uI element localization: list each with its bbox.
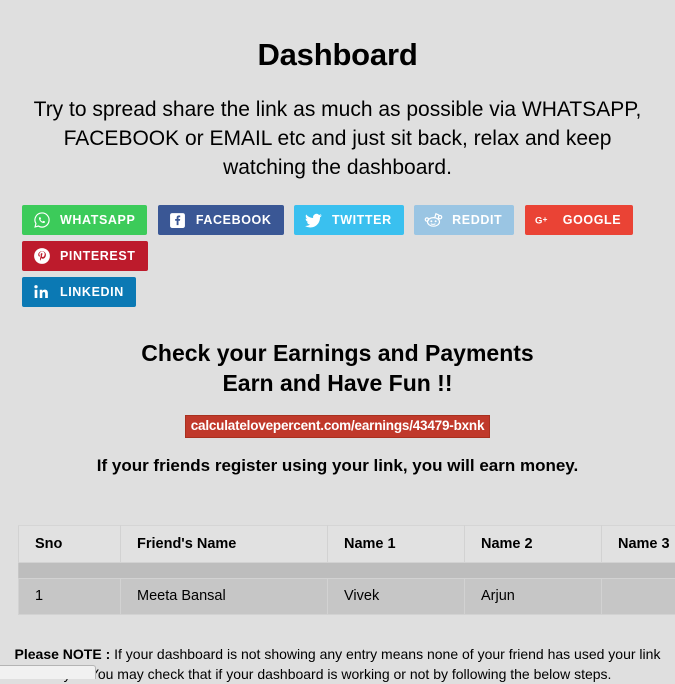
intro-text: Try to spread share the link as much as … — [0, 72, 675, 182]
share-button-label: PINTEREST — [60, 249, 136, 263]
share-button-label: GOOGLE — [563, 213, 621, 227]
dashboard-page: Dashboard Try to spread share the link a… — [0, 0, 675, 677]
share-button-label: TWITTER — [332, 213, 392, 227]
cell-name-3 — [602, 579, 675, 615]
share-button-linkedin[interactable]: LINKEDIN — [22, 277, 136, 307]
column-header-friend-name: Friend's Name — [121, 526, 328, 563]
share-button-reddit[interactable]: REDDIT — [414, 205, 514, 235]
pinterest-icon — [32, 247, 51, 266]
earnings-heading: Check your Earnings and Payments Earn an… — [0, 313, 675, 398]
facebook-icon — [168, 211, 187, 230]
table-header-row: Sno Friend's Name Name 1 Name 2 Name 3 — [19, 526, 675, 563]
share-button-label: REDDIT — [452, 213, 502, 227]
svg-text:+: + — [542, 214, 547, 223]
cell-name-2: Arjun — [465, 579, 602, 615]
whatsapp-icon — [32, 211, 51, 230]
share-button-label: FACEBOOK — [196, 213, 272, 227]
linkedin-icon — [32, 283, 51, 302]
page-title: Dashboard — [0, 0, 675, 72]
referral-link-container: calculatelovepercent.com/earnings/43479-… — [0, 398, 675, 438]
share-button-bar: WHATSAPP FACEBOOK TWITTER — [0, 182, 648, 313]
note-label: Please NOTE : — [15, 646, 111, 662]
share-button-pinterest[interactable]: PINTEREST — [22, 241, 148, 271]
column-header-name-1: Name 1 — [328, 526, 465, 563]
svg-text:G: G — [535, 215, 543, 226]
column-header-name-3: Name 3 — [602, 526, 675, 563]
share-button-label: LINKEDIN — [60, 285, 124, 299]
referral-link[interactable]: calculatelovepercent.com/earnings/43479-… — [185, 415, 491, 438]
table-spacer-row — [19, 563, 675, 579]
share-button-twitter[interactable]: TWITTER — [294, 205, 404, 235]
referrals-table-container: Sno Friend's Name Name 1 Name 2 Name 3 1… — [0, 476, 675, 615]
google-plus-icon: G + — [535, 211, 554, 230]
column-header-sno: Sno — [19, 526, 121, 563]
earnings-heading-line2: Earn and Have Fun !! — [222, 370, 452, 396]
cell-name-1: Vivek — [328, 579, 465, 615]
share-button-whatsapp[interactable]: WHATSAPP — [22, 205, 147, 235]
share-button-label: WHATSAPP — [60, 213, 135, 227]
cell-sno: 1 — [19, 579, 121, 615]
table-row[interactable]: 1 Meeta Bansal Vivek Arjun — [19, 579, 675, 615]
table-spacer-cell — [19, 563, 675, 579]
earnings-heading-line1: Check your Earnings and Payments — [141, 340, 533, 366]
referrals-table: Sno Friend's Name Name 1 Name 2 Name 3 1… — [18, 525, 675, 615]
table-head: Sno Friend's Name Name 1 Name 2 Name 3 — [19, 526, 675, 563]
table-body: 1 Meeta Bansal Vivek Arjun — [19, 563, 675, 615]
column-header-name-2: Name 2 — [465, 526, 602, 563]
share-button-facebook[interactable]: FACEBOOK — [158, 205, 284, 235]
earn-money-note: If your friends register using your link… — [0, 438, 675, 476]
cell-friend-name: Meeta Bansal — [121, 579, 328, 615]
reddit-icon — [424, 211, 443, 230]
share-button-google[interactable]: G + GOOGLE — [525, 205, 633, 235]
dashboard-note: Please NOTE : If your dashboard is not s… — [0, 615, 675, 684]
twitter-icon — [304, 211, 323, 230]
